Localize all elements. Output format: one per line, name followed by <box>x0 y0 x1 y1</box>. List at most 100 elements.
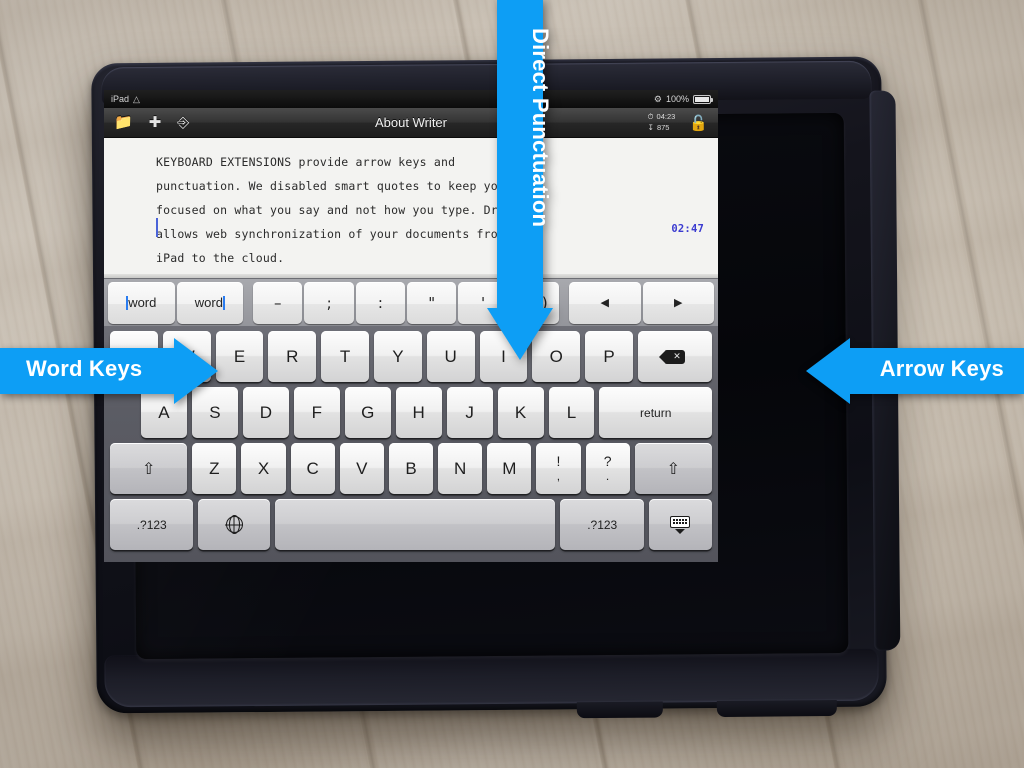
colon-key[interactable]: : <box>355 281 406 324</box>
document-line: punctuation. We disabled smart quotes to… <box>156 179 506 193</box>
shift-key-left[interactable]: ⇧ <box>110 443 188 494</box>
key-r[interactable]: R <box>268 331 317 382</box>
carrier-label: iPad <box>111 94 130 104</box>
shift-key-right[interactable]: ⇧ <box>634 443 712 494</box>
word-count-row: ↧ 875 <box>648 123 676 133</box>
case-foot-right <box>716 699 837 718</box>
double-quote-key[interactable]: " <box>407 281 457 324</box>
document-line: KEYBOARD EXTENSIONS provide arrow keys a… <box>156 155 456 169</box>
wifi-icon: △ <box>133 93 140 104</box>
plus-icon[interactable]: ✚ <box>149 115 162 130</box>
document-stats: ⏱ 04:23 ↧ 875 <box>648 112 676 132</box>
question-glyph: ? <box>603 453 612 470</box>
period-glyph: . <box>605 469 610 484</box>
word-count-value: 875 <box>656 122 670 132</box>
text-caret <box>156 218 158 237</box>
backspace-icon: ✕ <box>659 349 685 364</box>
word-right-key[interactable]: word <box>176 281 244 324</box>
hide-keyboard-icon <box>670 515 691 534</box>
globe-key[interactable] <box>198 499 270 550</box>
caret-bar-icon <box>222 295 225 310</box>
word-left-label: word <box>128 295 157 310</box>
callout-word-keys-label: Word Keys <box>26 356 143 381</box>
word-right-label: word <box>194 295 223 310</box>
key-p[interactable]: P <box>585 331 633 382</box>
callout-word-keys: Word Keys <box>0 338 218 404</box>
callout-arrow-keys: Arrow Keys <box>806 338 1024 404</box>
document-line: focused on what you say and not how you … <box>156 203 534 217</box>
word-left-key[interactable]: word <box>108 281 175 324</box>
callout-arrow-head <box>806 338 850 404</box>
clock-icon: ⏱ <box>647 112 654 122</box>
key-c[interactable]: C <box>290 443 335 494</box>
callout-arrow-keys-label: Arrow Keys <box>879 356 1004 381</box>
document-line: allows web synchronization of your docum… <box>156 227 506 241</box>
status-bar-right: ⚙ 100% <box>653 93 713 105</box>
question-period-key[interactable]: ? . <box>585 443 630 494</box>
key-y[interactable]: Y <box>373 331 422 382</box>
word-count-icon: ↧ <box>647 122 654 132</box>
exclam-glyph: ! <box>556 453 561 470</box>
semicolon-key[interactable]: ; <box>304 281 354 324</box>
keyboard-row-3: ⇧ Z X C V B N M ! , ? . ⇧ <box>110 443 712 494</box>
backspace-key[interactable]: ✕ <box>637 331 713 382</box>
document-line: iPad to the cloud. <box>156 251 285 265</box>
callout-arrow-head <box>174 338 218 404</box>
callout-direct-punctuation: Direct Punctuation <box>487 0 553 360</box>
extension-row-gap <box>245 282 251 324</box>
question-period-stack: ? . <box>604 454 612 482</box>
callout-arrow-head <box>487 308 553 360</box>
arrow-left-key[interactable]: ◀ <box>569 281 641 324</box>
key-d[interactable]: D <box>242 387 289 438</box>
lock-open-icon[interactable]: 🔓 <box>689 114 708 132</box>
extension-row-gap <box>561 282 567 324</box>
exclam-comma-stack: ! , <box>557 454 561 482</box>
shift-icon: ⇧ <box>141 460 156 478</box>
key-h[interactable]: H <box>395 387 442 438</box>
keyboard-extension-row: word word – ; : " ' (…) ◀ ▶ <box>104 278 718 326</box>
comma-glyph: , <box>556 469 561 484</box>
bluetooth-icon: ⚙ <box>653 93 662 104</box>
ios-status-bar: iPad △ ⚙ 100% <box>104 90 718 108</box>
case-foot-left <box>576 701 663 719</box>
exclam-comma-key[interactable]: ! , <box>536 443 581 494</box>
toolbar-right-actions: ⏱ 04:23 ↧ 875 🔓 <box>648 112 708 132</box>
ipad-screen: iPad △ ⚙ 100% 📁 ✚ ⎆ About Writer ⏱ 04:23… <box>104 90 718 562</box>
numeric-key-left[interactable]: .?123 <box>110 499 194 550</box>
key-m[interactable]: M <box>487 443 532 494</box>
key-t[interactable]: T <box>321 331 369 382</box>
space-key[interactable] <box>274 499 556 550</box>
shift-icon: ⇧ <box>666 460 681 478</box>
status-bar-left: iPad △ <box>111 93 140 105</box>
paragraph-timestamp: 02:47 <box>671 223 704 235</box>
key-k[interactable]: K <box>497 387 544 438</box>
globe-icon <box>225 515 243 534</box>
key-e[interactable]: E <box>215 331 264 382</box>
photo-scene: iPad △ ⚙ 100% 📁 ✚ ⎆ About Writer ⏱ 04:23… <box>0 0 1024 768</box>
callout-direct-punctuation-label: Direct Punctuation <box>528 28 553 228</box>
battery-full-icon <box>693 94 713 104</box>
key-l[interactable]: L <box>548 387 595 438</box>
key-v[interactable]: V <box>339 443 384 494</box>
key-x[interactable]: X <box>241 443 286 494</box>
document-title: About Writer <box>374 115 447 130</box>
key-g[interactable]: G <box>344 387 391 438</box>
dash-key[interactable]: – <box>253 281 303 324</box>
share-icon[interactable]: ⎆ <box>177 115 189 130</box>
arrow-right-key[interactable]: ▶ <box>642 281 714 324</box>
reading-time-row: ⏱ 04:23 <box>648 112 676 122</box>
hide-keyboard-key[interactable] <box>648 499 712 550</box>
document-text-area[interactable]: KEYBOARD EXTENSIONS provide arrow keys a… <box>104 138 718 274</box>
numeric-key-right[interactable]: .?123 <box>560 499 644 550</box>
key-j[interactable]: J <box>446 387 493 438</box>
key-n[interactable]: N <box>438 443 483 494</box>
key-f[interactable]: F <box>293 387 340 438</box>
key-z[interactable]: Z <box>192 443 237 494</box>
app-toolbar: 📁 ✚ ⎆ About Writer ⏱ 04:23 ↧ 875 🔓 <box>104 108 718 138</box>
key-b[interactable]: B <box>388 443 434 494</box>
reading-time-value: 04:23 <box>656 112 676 122</box>
folder-icon[interactable]: 📁 <box>114 115 133 130</box>
battery-percent-label: 100% <box>665 94 689 104</box>
return-key[interactable]: return <box>599 387 712 438</box>
key-u[interactable]: U <box>426 331 475 382</box>
